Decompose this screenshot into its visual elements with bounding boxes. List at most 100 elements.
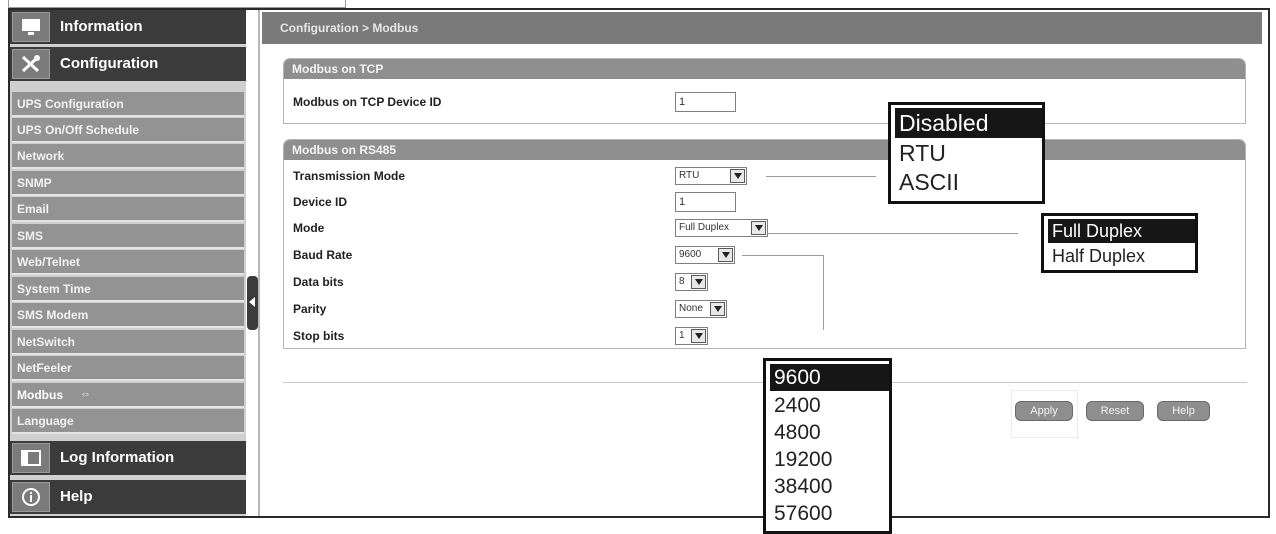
sidebar-item-label: Language [17, 414, 74, 428]
chevron-left-icon [249, 297, 255, 307]
breadcrumb: Configuration > Modbus [262, 12, 1262, 44]
sidebar-item-ups-configuration[interactable]: UPS Configuration [12, 92, 244, 117]
sidebar: Information Configuration UPS Configurat… [10, 10, 246, 516]
sidebar-item-label: System Time [17, 282, 91, 296]
sidebar-collapse-handle[interactable] [247, 276, 258, 330]
chevron-down-icon[interactable] [751, 221, 766, 235]
top-strip [8, 0, 346, 8]
mode-value: Full Duplex [679, 222, 730, 233]
sidebar-category-configuration[interactable]: Configuration [10, 47, 246, 83]
sidebar-item-label: SMS Modem [17, 308, 89, 322]
apply-button[interactable]: Apply [1015, 401, 1073, 421]
mode-options-popup: Full Duplex Half Duplex [1041, 213, 1198, 273]
sidebar-category-label: Help [60, 488, 93, 505]
modbus-tcp-panel: Modbus on TCP Modbus on TCP Device ID [283, 58, 1246, 124]
baud-option-19200[interactable]: 19200 [770, 446, 832, 473]
callout-line-baud-v [823, 255, 824, 330]
sidebar-item-network[interactable]: Network [12, 144, 244, 169]
transmission-option-ascii[interactable]: ASCII [895, 168, 959, 196]
sidebar-category-help[interactable]: Help [10, 480, 246, 516]
chevron-down-icon[interactable] [730, 169, 745, 183]
sidebar-item-system-time[interactable]: System Time [12, 277, 244, 302]
sidebar-item-label: UPS Configuration [17, 97, 124, 111]
sidebar-item-email[interactable]: Email [12, 197, 244, 222]
data-bits-select[interactable]: 8 [675, 273, 708, 291]
transmission-option-rtu[interactable]: RTU [895, 139, 946, 167]
data-bits-label: Data bits [293, 275, 344, 289]
chevron-down-icon[interactable] [691, 329, 706, 343]
sidebar-item-label: Network [17, 149, 65, 163]
transmission-mode-label: Transmission Mode [293, 169, 406, 183]
sidebar-category-label: Log Information [60, 449, 175, 466]
sidebar-item-label: NetSwitch [17, 335, 76, 349]
transmission-mode-select[interactable]: RTU [675, 167, 747, 185]
sidebar-category-label: Information [60, 18, 143, 35]
transmission-mode-value: RTU [679, 170, 700, 181]
mode-label: Mode [293, 221, 325, 235]
stop-bits-label: Stop bits [293, 329, 345, 343]
sidebar-category-label: Configuration [60, 55, 159, 72]
sidebar-item-netswitch[interactable]: NetSwitch [12, 330, 244, 355]
parity-value: None [679, 303, 703, 314]
sidebar-item-web-telnet[interactable]: Web/Telnet [12, 250, 244, 275]
chevron-down-icon[interactable] [710, 302, 725, 316]
help-icon-box [12, 482, 50, 512]
log-information-icon-box [12, 443, 50, 473]
help-button[interactable]: Help [1157, 401, 1210, 421]
baud-rate-options-popup: 9600 2400 4800 19200 38400 57600 [763, 358, 892, 534]
transmission-option-disabled[interactable]: Disabled [895, 108, 1042, 138]
sidebar-item-ups-onoff-schedule[interactable]: UPS On/Off Schedule [12, 118, 244, 143]
information-icon-box [12, 12, 50, 42]
callout-line-baud-h [742, 255, 824, 256]
baud-option-2400[interactable]: 2400 [770, 392, 821, 419]
sidebar-item-modbus[interactable]: Modbus ⇔ [12, 383, 244, 408]
baud-option-9600[interactable]: 9600 [770, 364, 889, 391]
parity-select[interactable]: None [675, 300, 727, 318]
sidebar-item-label: SNMP [17, 176, 52, 190]
tools-icon [21, 55, 40, 73]
tcp-device-id-label: Modbus on TCP Device ID [293, 95, 442, 109]
sidebar-item-label: UPS On/Off Schedule [17, 123, 140, 137]
breadcrumb-text: Configuration > Modbus [280, 21, 419, 35]
mode-option-half-duplex[interactable]: Half Duplex [1048, 244, 1145, 268]
sidebar-item-sms[interactable]: SMS [12, 224, 244, 249]
arrows-icon: ⇔ [80, 388, 91, 400]
baud-rate-value: 9600 [679, 249, 702, 260]
sidebar-item-label: SMS [17, 229, 44, 243]
chevron-down-icon[interactable] [718, 248, 733, 262]
configuration-icon-box [12, 49, 50, 79]
sidebar-item-label: NetFeeler [17, 361, 72, 375]
callout-line-transmission [766, 176, 876, 177]
info-circle-icon [22, 488, 40, 506]
sidebar-item-label: Modbus [17, 388, 63, 402]
stop-bits-value: 1 [679, 330, 685, 341]
sidebar-item-sms-modem[interactable]: SMS Modem [12, 303, 244, 328]
reset-button[interactable]: Reset [1086, 401, 1144, 421]
mode-option-full-duplex[interactable]: Full Duplex [1048, 219, 1195, 243]
panel-title: Modbus on RS485 [284, 140, 1245, 160]
baud-option-4800[interactable]: 4800 [770, 419, 821, 446]
mode-select[interactable]: Full Duplex [675, 219, 768, 237]
log-window-icon [21, 450, 41, 466]
device-id-input[interactable] [675, 192, 736, 212]
tcp-device-id-input[interactable] [675, 92, 736, 112]
baud-option-57600[interactable]: 57600 [770, 500, 832, 527]
chevron-down-icon[interactable] [691, 275, 706, 289]
sidebar-item-language[interactable]: Language [12, 409, 244, 434]
data-bits-value: 8 [679, 276, 685, 287]
stop-bits-select[interactable]: 1 [675, 327, 708, 345]
sidebar-item-netfeeler[interactable]: NetFeeler [12, 356, 244, 381]
sidebar-item-snmp[interactable]: SNMP [12, 171, 244, 196]
transmission-mode-options-popup: Disabled RTU ASCII [888, 102, 1045, 204]
sidebar-divider [258, 10, 260, 516]
parity-label: Parity [293, 302, 327, 316]
callout-line-mode [768, 233, 1018, 234]
panel-title: Modbus on TCP [284, 59, 1245, 79]
baud-option-38400[interactable]: 38400 [770, 473, 832, 500]
sidebar-category-log-information[interactable]: Log Information [10, 441, 246, 477]
sidebar-item-label: Web/Telnet [17, 255, 80, 269]
sidebar-category-information[interactable]: Information [10, 10, 246, 46]
baud-rate-label: Baud Rate [293, 248, 353, 262]
baud-rate-select[interactable]: 9600 [675, 246, 735, 264]
device-id-label: Device ID [293, 195, 348, 209]
